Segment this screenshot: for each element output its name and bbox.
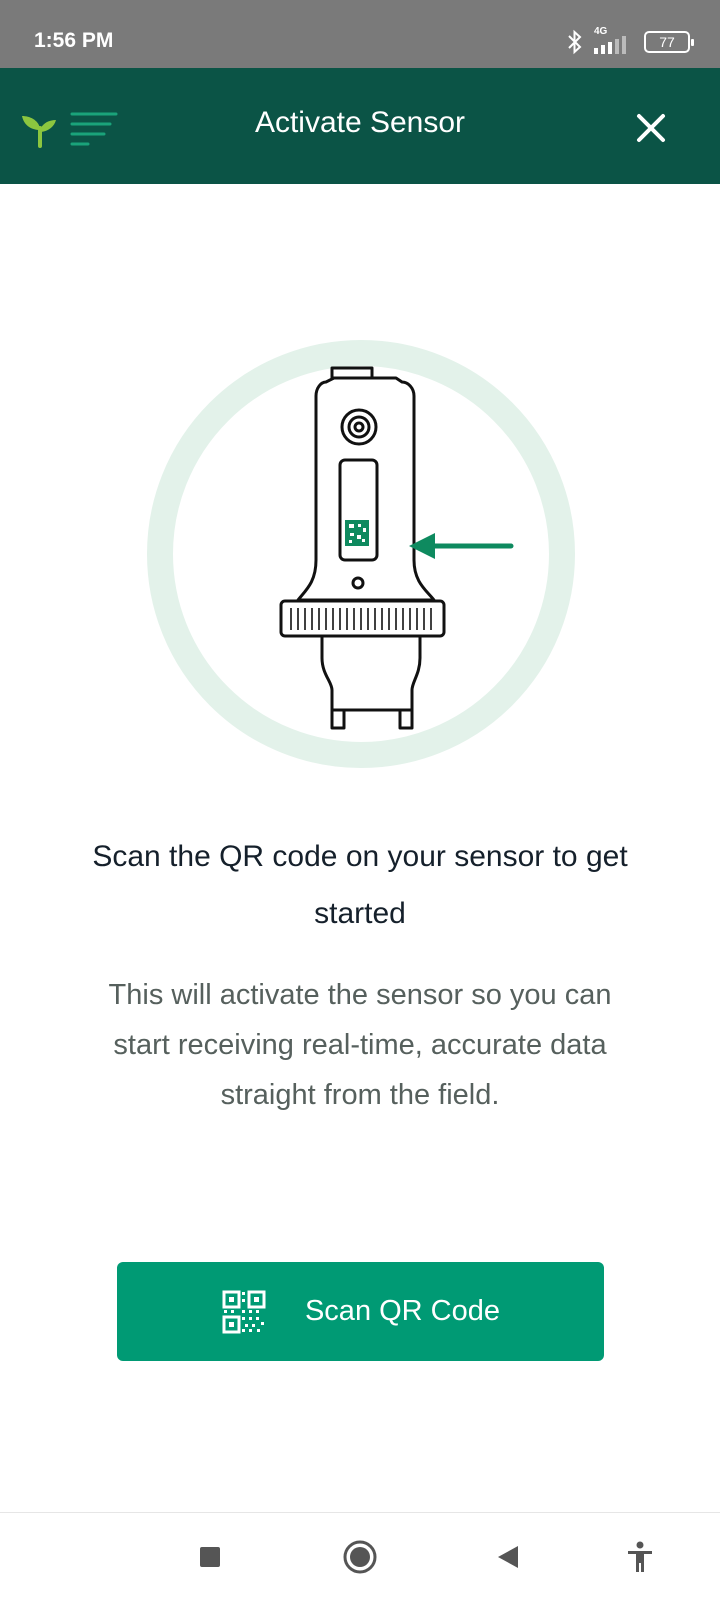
qr-code-icon [222, 1290, 266, 1333]
square-icon [200, 1547, 220, 1567]
status-icons: 4G 77 [566, 26, 694, 57]
network-indicator: 4G [592, 26, 636, 56]
back-triangle-icon [498, 1546, 518, 1568]
battery-icon: 77 [644, 31, 694, 53]
signal-icon [594, 36, 626, 54]
circle-icon [343, 1540, 377, 1574]
headline: Scan the QR code on your sensor to get s… [92, 840, 628, 930]
back-button[interactable] [484, 1533, 532, 1581]
sensor-qr-illustration [147, 340, 575, 768]
recents-button[interactable] [186, 1533, 234, 1581]
description: This will activate the sensor so you can… [108, 979, 612, 1111]
scan-button-label: Scan QR Code [304, 1295, 501, 1327]
sensor-qr-code [345, 520, 369, 546]
home-button[interactable] [336, 1533, 384, 1581]
battery-level: 77 [659, 34, 675, 50]
scan-qr-code-button[interactable]: Scan QR Code [117, 1262, 604, 1361]
bluetooth-icon [568, 29, 582, 55]
pointer-arrow [409, 533, 514, 559]
status-bar: 1:56 PM 4G 77 [0, 0, 720, 68]
close-icon [637, 114, 665, 142]
page-title: Activate Sensor [254, 106, 466, 139]
status-time: 1:56 PM [34, 29, 114, 52]
sensor-collar-grip [290, 608, 432, 630]
close-button[interactable] [633, 110, 669, 146]
accessibility-button[interactable] [616, 1533, 664, 1581]
system-nav-bar [0, 1512, 720, 1600]
app-header: Activate Sensor [0, 68, 720, 184]
accessibility-icon [628, 1541, 652, 1572]
